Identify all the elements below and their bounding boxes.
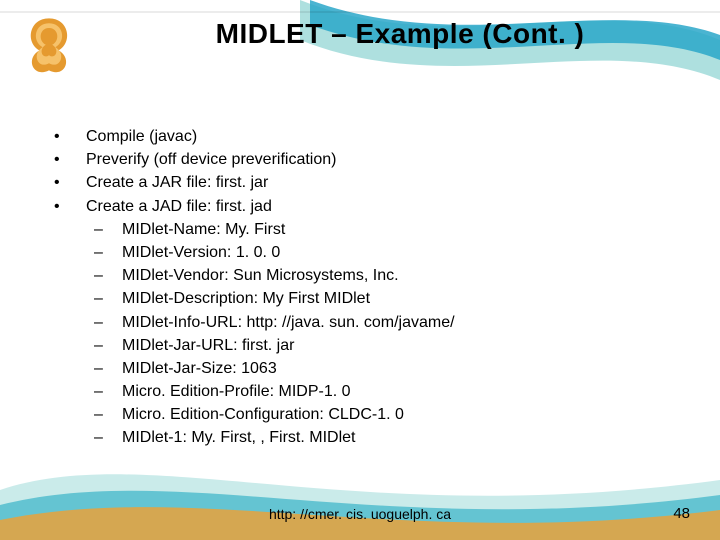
sub-item: – MIDlet-Info-URL: http: //java. sun. co… <box>50 311 660 334</box>
dash-char: – <box>94 264 122 287</box>
sub-text: MIDlet-Jar-Size: 1063 <box>122 357 660 380</box>
sub-text: MIDlet-1: My. First, , First. MIDlet <box>122 426 660 449</box>
bullet-text: Create a JAD file: first. jad <box>86 195 660 218</box>
bullet-text: Preverify (off device preverification) <box>86 148 660 171</box>
indent <box>50 264 94 287</box>
dash-char: – <box>94 311 122 334</box>
dash-char: – <box>94 241 122 264</box>
sub-item: – MIDlet-Description: My First MIDlet <box>50 287 660 310</box>
bullet-item: • Compile (javac) <box>50 125 660 148</box>
sub-item: – MIDlet-Vendor: Sun Microsystems, Inc. <box>50 264 660 287</box>
indent <box>50 426 94 449</box>
dash-char: – <box>94 403 122 426</box>
sub-item: – MIDlet-Name: My. First <box>50 218 660 241</box>
indent <box>50 334 94 357</box>
sub-text: MIDlet-Description: My First MIDlet <box>122 287 660 310</box>
indent <box>50 218 94 241</box>
content-area: • Compile (javac) • Preverify (off devic… <box>50 125 660 450</box>
dash-char: – <box>94 357 122 380</box>
sub-item: – Micro. Edition-Configuration: CLDC-1. … <box>50 403 660 426</box>
indent <box>50 357 94 380</box>
dash-char: – <box>94 426 122 449</box>
dash-char: – <box>94 287 122 310</box>
logo-icon <box>4 4 94 84</box>
indent <box>50 287 94 310</box>
dash-char: – <box>94 380 122 403</box>
sub-item: – MIDlet-1: My. First, , First. MIDlet <box>50 426 660 449</box>
sub-text: MIDlet-Version: 1. 0. 0 <box>122 241 660 264</box>
sub-text: Micro. Edition-Profile: MIDP-1. 0 <box>122 380 660 403</box>
footer-url: http: //cmer. cis. uoguelph. ca <box>0 506 720 522</box>
bullet-item: • Create a JAD file: first. jad <box>50 195 660 218</box>
sub-item: – MIDlet-Version: 1. 0. 0 <box>50 241 660 264</box>
sub-item: – MIDlet-Jar-URL: first. jar <box>50 334 660 357</box>
slide: MIDLET – Example (Cont. ) • Compile (jav… <box>0 0 720 540</box>
bullet-item: • Preverify (off device preverification) <box>50 148 660 171</box>
bullet-item: • Create a JAR file: first. jar <box>50 171 660 194</box>
indent <box>50 403 94 426</box>
bullet-char: • <box>50 171 86 194</box>
sub-item: – MIDlet-Jar-Size: 1063 <box>50 357 660 380</box>
dash-char: – <box>94 334 122 357</box>
indent <box>50 380 94 403</box>
bullet-char: • <box>50 195 86 218</box>
sub-item: – Micro. Edition-Profile: MIDP-1. 0 <box>50 380 660 403</box>
sub-text: MIDlet-Info-URL: http: //java. sun. com/… <box>122 311 660 334</box>
indent <box>50 311 94 334</box>
sub-text: Micro. Edition-Configuration: CLDC-1. 0 <box>122 403 660 426</box>
bullet-text: Create a JAR file: first. jar <box>86 171 660 194</box>
bullet-char: • <box>50 148 86 171</box>
indent <box>50 241 94 264</box>
bullet-char: • <box>50 125 86 148</box>
sub-text: MIDlet-Name: My. First <box>122 218 660 241</box>
dash-char: – <box>94 218 122 241</box>
bullet-text: Compile (javac) <box>86 125 660 148</box>
sub-text: MIDlet-Jar-URL: first. jar <box>122 334 660 357</box>
page-number: 48 <box>673 505 690 522</box>
slide-title: MIDLET – Example (Cont. ) <box>120 18 680 50</box>
sub-text: MIDlet-Vendor: Sun Microsystems, Inc. <box>122 264 660 287</box>
